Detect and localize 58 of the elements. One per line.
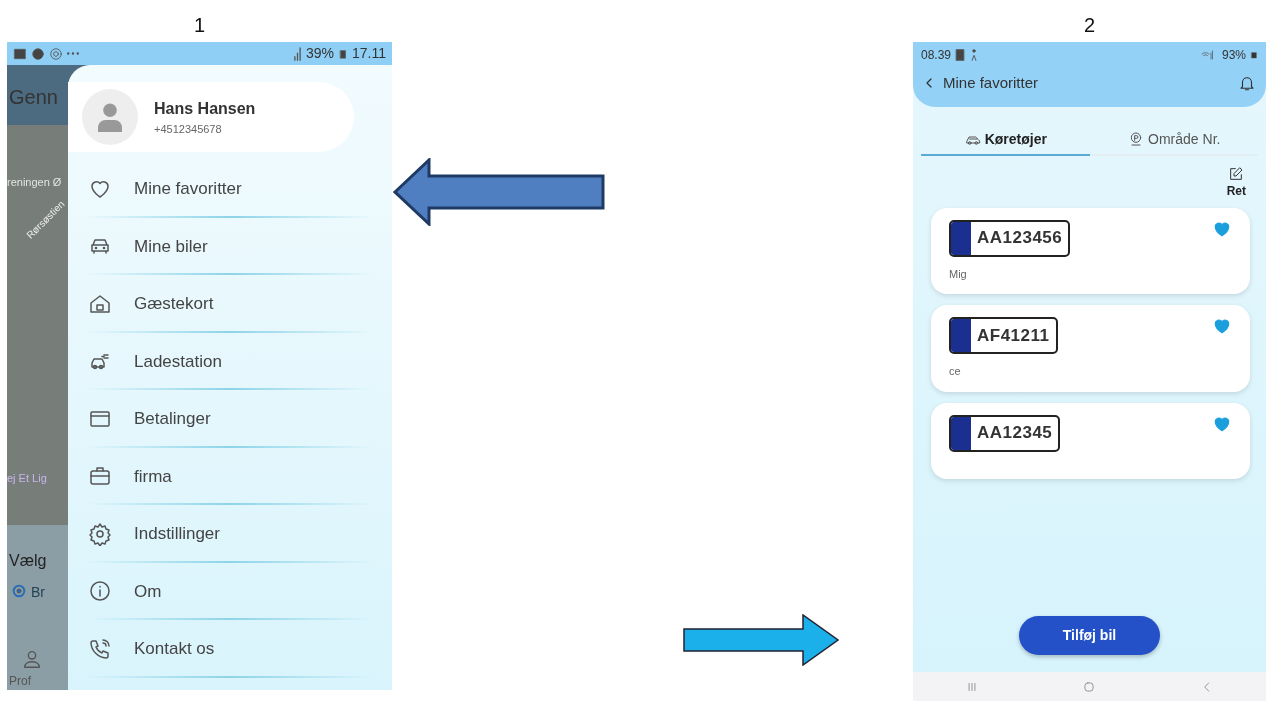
menu-item[interactable]: Betalinger [68,390,392,448]
page-title: Mine favoritter [943,73,1039,93]
battery-percent: 93% [1221,47,1246,64]
image-icon [13,46,27,61]
map-label: ej Et Lig [7,471,47,486]
license-plate: AA123456 [949,219,1071,257]
bell-icon[interactable] [1238,74,1256,93]
heart-filled-icon[interactable] [1212,414,1232,433]
tab[interactable]: Køretøjer [921,122,1090,156]
map-label: reningen Ø [7,175,62,190]
clock-time: 17.11 [352,44,386,63]
map-label: Genn [9,85,58,110]
image-icon [955,49,966,61]
heart-filled-icon[interactable] [1212,219,1232,238]
menu-item[interactable]: Gæstekort [68,275,392,333]
map-label: Br [31,583,45,602]
edit-icon [1228,165,1245,182]
more-icon [67,52,79,55]
eu-flag [951,416,971,450]
signal-icon [292,46,302,61]
map-label: Prof [9,673,31,690]
person-icon [21,648,43,670]
menu-item[interactable]: Kontakt os [68,620,392,678]
walking-person-icon [969,49,980,61]
vehicle-note: ce [949,364,962,379]
map-label: Vælg [9,551,47,571]
info-icon [88,579,112,604]
add-car-button[interactable]: Tilføj bil [1019,616,1160,655]
tab[interactable]: Område Nr. [1089,122,1258,156]
menu-item[interactable]: Mine favoritter [68,160,392,218]
panel-number: 2 [1082,13,1097,38]
settings-icon [88,521,112,546]
license-plate: AA12345 [949,414,1061,452]
battery-percent: 39% [305,44,334,63]
vehicle-note: Mig [949,266,968,282]
vehicle-card[interactable]: AA123456 Mig [931,207,1250,294]
menu-item[interactable]: Ladestation [68,332,392,390]
vehicle-card[interactable]: AF41211 ce [931,305,1250,392]
eu-flag [951,221,971,255]
battery-icon [1250,49,1258,61]
clock-time: 08.39 [921,47,952,64]
home-icon[interactable] [1082,679,1097,694]
heart-filled-icon[interactable] [1212,317,1232,335]
ring-icon [49,46,63,61]
eu-flag [951,319,971,352]
menu-item[interactable]: Om [68,562,392,620]
circle-icon [31,46,45,61]
phone-icon [88,636,112,661]
panel-number: 1 [192,13,207,38]
phone-number: +4512345678 [154,121,223,137]
user-name: Hans Hansen [154,98,256,119]
license-plate: AF41211 [949,317,1058,354]
menu-item[interactable]: Mine biler [68,217,392,275]
vehicle-card[interactable]: AA12345 [931,402,1250,479]
menu-item[interactable]: Indstillinger [68,505,392,563]
location-target-icon [11,583,27,599]
edit-button[interactable]: Ret [1226,165,1246,200]
menu-item[interactable]: firma [68,447,392,505]
